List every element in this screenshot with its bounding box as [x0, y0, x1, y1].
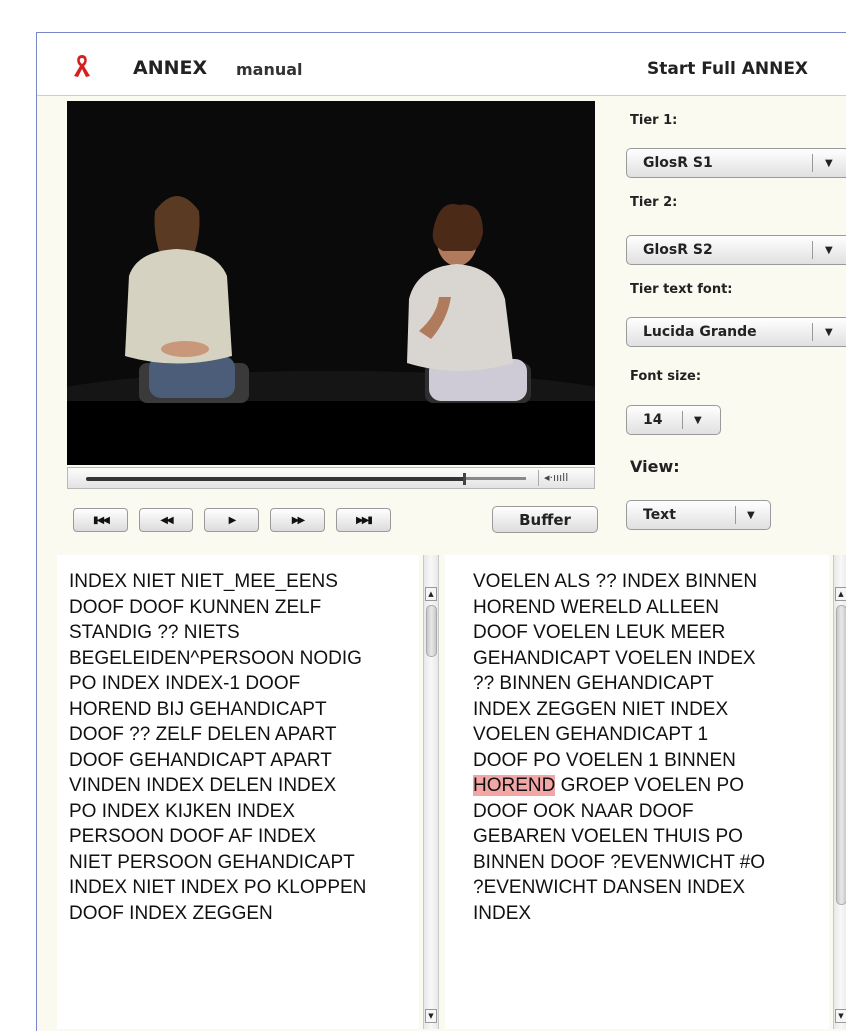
chevron-down-icon: ▼	[825, 245, 833, 256]
skip-to-start-icon: ▮◀◀	[93, 514, 110, 526]
scroll-up-icon[interactable]: ▲	[425, 587, 437, 601]
tier2-scrollbar[interactable]: ▲ ▼	[833, 555, 846, 1029]
select-divider	[812, 154, 813, 172]
tier2-scroll-thumb[interactable]	[836, 605, 846, 905]
tier1-line: INDEX NIET INDEX PO KLOPPEN	[69, 877, 367, 898]
tier2-text: VOELEN ALS ?? INDEX BINNEN HOREND WERELD…	[473, 569, 765, 926]
tier1-line: PO INDEX KIJKEN INDEX	[69, 800, 295, 822]
view-select[interactable]: Text ▼	[626, 500, 771, 530]
tier1-line: INDEX NIET NIET_MEE_EENS	[69, 571, 338, 592]
tier2-line: DOOF OOK NAAR DOOF	[473, 800, 694, 822]
tier2-line: VOELEN GEHANDICAPT 1	[473, 724, 709, 745]
tier1-scroll-thumb[interactable]	[426, 605, 437, 657]
tier1-line: NIET PERSOON GEHANDICAPT	[69, 851, 355, 873]
header-bar: ANNEX manual Start Full ANNEX	[37, 33, 846, 96]
tier1-line: DOOF GEHANDICAPT APART	[69, 749, 332, 771]
tier2-text-panel[interactable]: VOELEN ALS ?? INDEX BINNEN HOREND WERELD…	[445, 555, 829, 1029]
tier1-line: PERSOON DOOF AF INDEX	[69, 826, 317, 847]
play-icon: ▶	[228, 514, 237, 526]
rewind-button[interactable]: ◀◀	[139, 508, 193, 532]
tier2-line: HOREND GROEP VOELEN PO	[473, 773, 765, 799]
chevron-down-icon: ▼	[694, 415, 702, 426]
select-divider	[812, 323, 813, 341]
tier1-label: Tier 1:	[630, 113, 678, 128]
tier1-text-panel[interactable]: INDEX NIET NIET_MEE_EENS DOOF DOOF KUNNE…	[57, 555, 419, 1029]
tier2-line: HOREND WERELD ALLEEN	[473, 596, 720, 618]
video-player[interactable]	[67, 101, 595, 465]
volume-divider	[538, 470, 539, 486]
tier1-line: DOOF ?? ZELF DELEN APART	[69, 724, 337, 745]
tier-text-font-value: Lucida Grande	[643, 324, 757, 340]
tier2-select-value: GlosR S2	[643, 242, 713, 258]
tier1-line: DOOF INDEX ZEGGEN	[69, 902, 273, 924]
aids-ribbon-logo-icon	[74, 55, 90, 77]
view-label: View:	[630, 457, 680, 476]
select-divider	[735, 506, 736, 524]
chevron-down-icon: ▼	[825, 158, 833, 169]
scroll-down-icon[interactable]: ▼	[425, 1009, 437, 1023]
tier2-line: GEHANDICAPT VOELEN INDEX	[473, 647, 756, 669]
font-size-label: Font size:	[630, 369, 702, 384]
play-button[interactable]: ▶	[204, 508, 259, 532]
chevron-down-icon: ▼	[825, 327, 833, 338]
tier2-line: DOOF VOELEN LEUK MEER	[473, 622, 726, 643]
fast-forward-icon: ▶▶	[291, 514, 305, 526]
select-divider	[812, 241, 813, 259]
tier1-line: PO INDEX INDEX-1 DOOF	[69, 673, 301, 694]
start-full-annex-link[interactable]: Start Full ANNEX	[647, 59, 808, 79]
scrubber-track-played	[86, 477, 466, 481]
rewind-icon: ◀◀	[160, 514, 173, 526]
speaker-volume-icon[interactable]: ◂·ıııll	[544, 471, 568, 484]
tier2-line: ?? BINNEN GEHANDICAPT	[473, 673, 714, 694]
tier2-label: Tier 2:	[630, 195, 678, 210]
tier1-line: DOOF DOOF KUNNEN ZELF	[69, 596, 322, 618]
highlighted-word: HOREND	[473, 775, 556, 796]
tier2-line: INDEX ZEGGEN NIET INDEX	[473, 698, 729, 720]
annex-window: ANNEX manual Start Full ANNEX ◂·ıııll ▮◀…	[36, 32, 846, 1031]
tier1-select-value: GlosR S1	[643, 155, 713, 171]
tier1-scrollbar[interactable]: ▲ ▼	[423, 555, 439, 1029]
tier1-line: BEGELEIDEN^PERSOON NODIG	[69, 647, 362, 669]
tier2-line: GEBAREN VOELEN THUIS PO	[473, 826, 743, 847]
video-frame-image	[67, 101, 595, 465]
skip-to-start-button[interactable]: ▮◀◀	[73, 508, 128, 532]
tier-text-font-select[interactable]: Lucida Grande ▼	[626, 317, 846, 347]
video-scrubber[interactable]: ◂·ıııll	[67, 467, 595, 489]
scroll-down-icon[interactable]: ▼	[835, 1009, 846, 1023]
skip-to-end-button[interactable]: ▶▶▮	[336, 508, 391, 532]
app-mode-label: manual	[236, 60, 303, 79]
font-size-select[interactable]: 14 ▼	[626, 405, 721, 435]
tier-text-font-label: Tier text font:	[630, 282, 733, 297]
tier1-line: STANDIG ?? NIETS	[69, 622, 240, 643]
scrubber-track-remaining	[466, 477, 526, 480]
scroll-up-icon[interactable]: ▲	[835, 587, 846, 601]
view-select-value: Text	[643, 507, 676, 523]
skip-to-end-icon: ▶▶▮	[356, 514, 373, 526]
tier2-line: VOELEN ALS ?? INDEX BINNEN	[473, 571, 758, 592]
app-title: ANNEX	[133, 57, 208, 79]
tier1-line: HOREND BIJ GEHANDICAPT	[69, 698, 327, 720]
select-divider	[682, 411, 683, 429]
buffer-button[interactable]: Buffer	[492, 506, 598, 533]
tier2-select[interactable]: GlosR S2 ▼	[626, 235, 846, 265]
tier1-line: VINDEN INDEX DELEN INDEX	[69, 775, 337, 796]
chevron-down-icon: ▼	[747, 510, 755, 521]
font-size-value: 14	[643, 412, 663, 428]
tier2-line-rest: GROEP VOELEN PO	[560, 775, 745, 796]
tier2-line: INDEX	[473, 902, 532, 924]
tier2-line: ?EVENWICHT DANSEN INDEX	[473, 877, 746, 898]
scrubber-handle[interactable]	[463, 473, 466, 485]
fast-forward-button[interactable]: ▶▶	[270, 508, 325, 532]
tier1-text: INDEX NIET NIET_MEE_EENS DOOF DOOF KUNNE…	[69, 569, 366, 926]
tier2-line: BINNEN DOOF ?EVENWICHT #O	[473, 851, 766, 873]
tier2-line: DOOF PO VOELEN 1 BINNEN	[473, 749, 736, 771]
tier1-select[interactable]: GlosR S1 ▼	[626, 148, 846, 178]
